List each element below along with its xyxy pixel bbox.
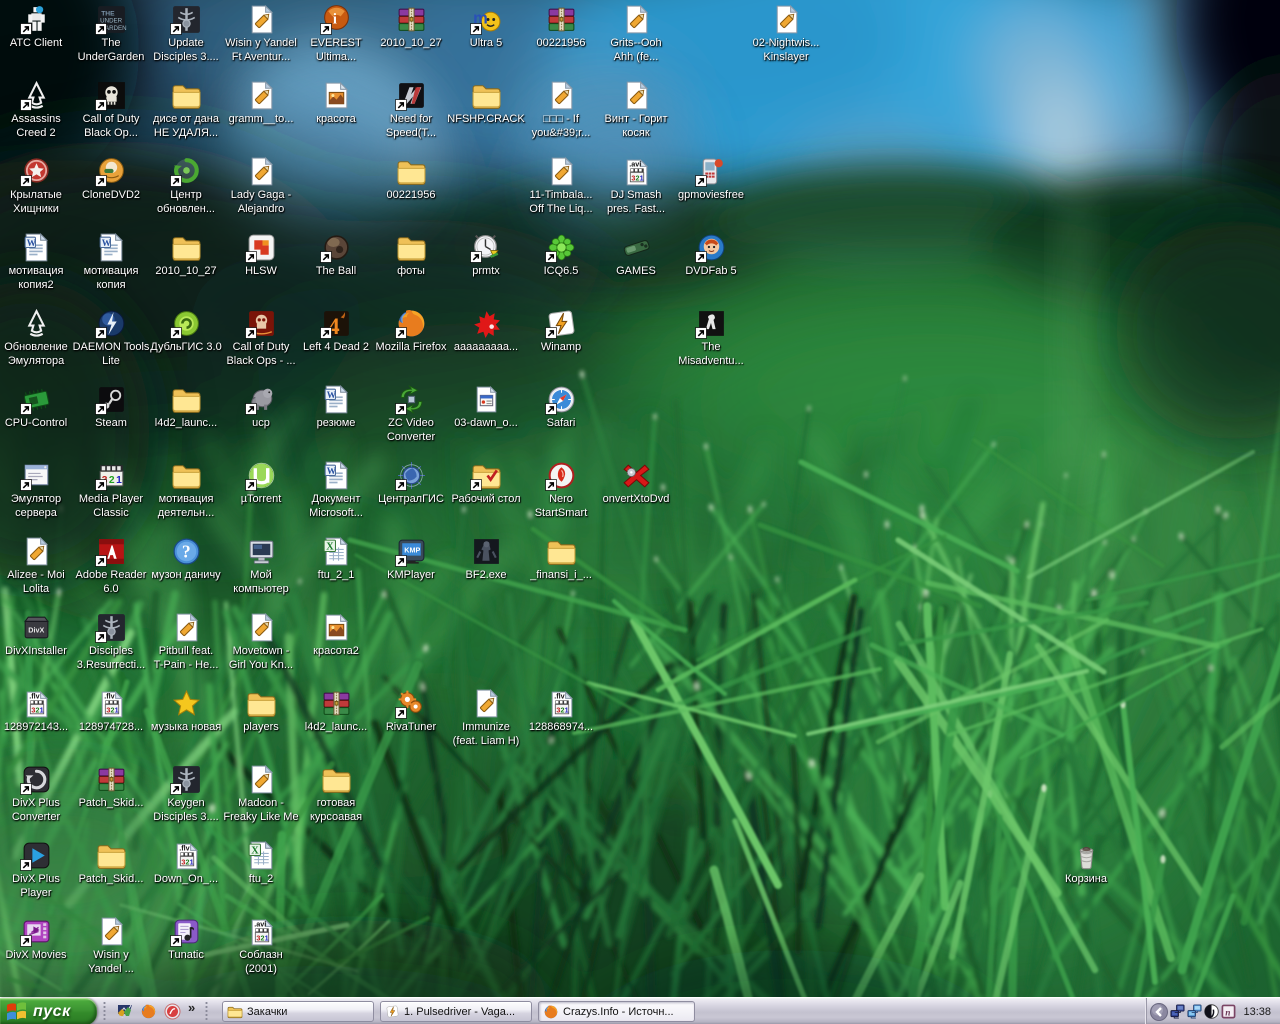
svg-text:n: n <box>1226 1008 1231 1018</box>
